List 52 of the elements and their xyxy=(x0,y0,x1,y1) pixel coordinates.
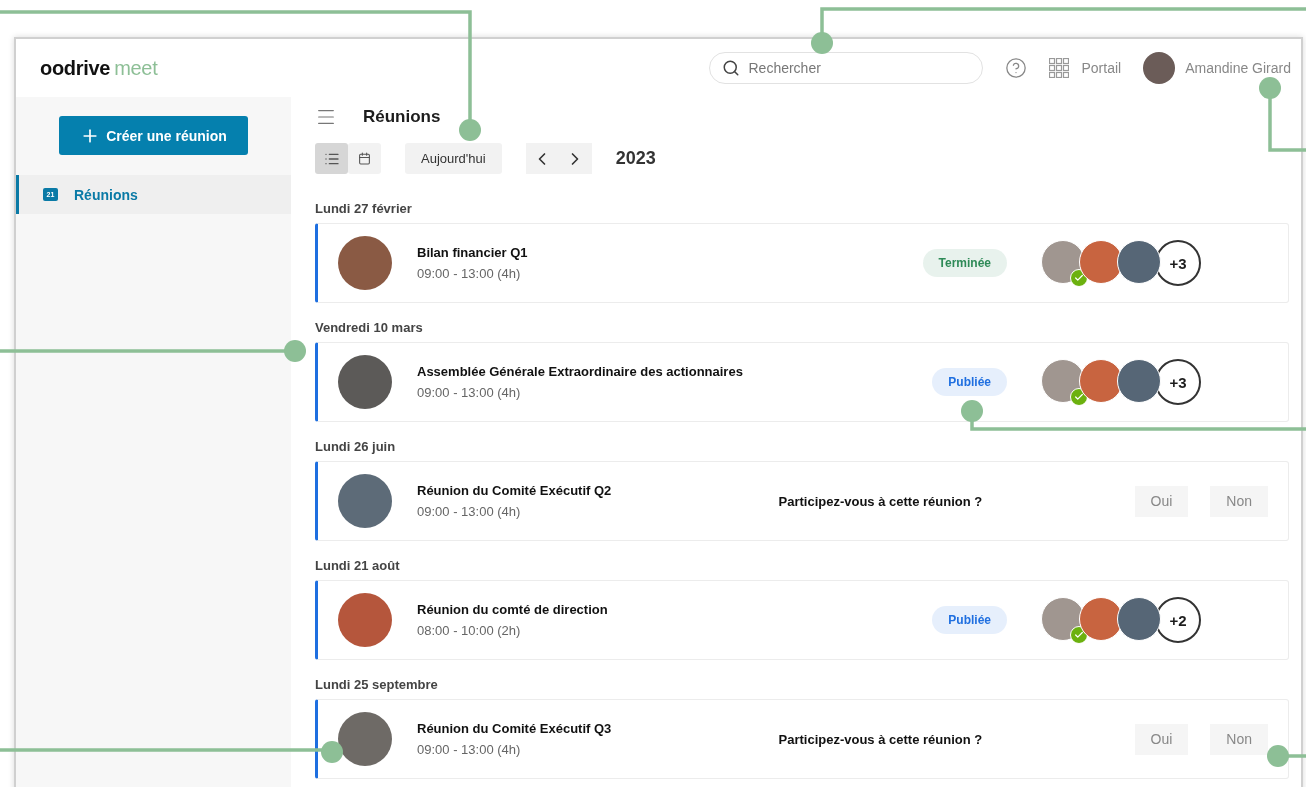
meeting-time: 08:00 - 10:00 (2h) xyxy=(417,623,522,638)
grid-icon[interactable] xyxy=(1049,58,1070,78)
meeting-time: 09:00 - 13:00 (4h) xyxy=(417,504,522,519)
answer-button[interactable]: Oui xyxy=(1134,723,1189,755)
meeting-time: 09:00 - 13:00 (4h) xyxy=(417,742,522,757)
day-heading: Lundi 27 février xyxy=(315,203,413,215)
search-field[interactable]: Rechercher xyxy=(709,52,984,84)
meeting-card[interactable]: Réunion du comté de direction 08:00 - 10:00 (2h) Publiée +2 xyxy=(315,580,1289,660)
day-heading: Lundi 21 août xyxy=(315,560,401,572)
answer-button[interactable]: Oui xyxy=(1134,485,1189,517)
year-label: 2023 xyxy=(615,148,656,169)
meeting-time: 09:00 - 13:00 (4h) xyxy=(417,385,522,400)
status-badge: Publiée xyxy=(932,606,1007,634)
list-view-button[interactable] xyxy=(315,143,348,174)
meeting-title: Réunion du comté de direction xyxy=(417,602,609,617)
previous-button[interactable] xyxy=(525,143,559,174)
meeting-card[interactable]: Réunion du Comité Exécutif Q2 09:00 - 13:00 (4h) Participez-vous à cette réunion ? Oui Non xyxy=(315,461,1289,541)
create-meeting-button[interactable]: Créer une réunion xyxy=(59,116,248,155)
today-button[interactable]: Aujourd'hui xyxy=(405,143,502,174)
portal-link[interactable]: Portail xyxy=(1081,60,1122,76)
meeting-card[interactable]: Réunion du Comité Exécutif Q3 09:00 - 13:00 (4h) Participez-vous à cette réunion ? Oui Non xyxy=(315,699,1289,779)
meeting-card[interactable]: Bilan financier Q1 09:00 - 13:00 (4h) Terminée +3 xyxy=(315,223,1289,303)
calendar-view-button[interactable] xyxy=(348,143,381,174)
page-title: Réunions xyxy=(363,107,441,127)
search-icon xyxy=(722,59,741,77)
app-logo: oodrive meet xyxy=(40,56,158,80)
meeting-title: Réunion du Comité Exécutif Q3 xyxy=(417,721,613,736)
attendance-question: Participez-vous à cette réunion ? xyxy=(778,731,984,747)
status-badge: Terminée xyxy=(922,249,1007,277)
answer-button[interactable]: Non xyxy=(1210,723,1268,755)
calendar-icon xyxy=(358,152,371,165)
meeting-card[interactable]: Assemblée Générale Extraordinaire des actionnaires 09:00 - 13:00 (4h) Publiée +3 xyxy=(315,342,1289,422)
meeting-title: Assemblée Générale Extraordinaire des actionnaires xyxy=(417,364,744,379)
answer-button[interactable]: Non xyxy=(1210,485,1268,517)
organizer-avatar xyxy=(338,236,392,290)
day-heading: Lundi 26 juin xyxy=(315,441,397,453)
user-avatar[interactable] xyxy=(1143,52,1176,84)
meeting-title: Réunion du Comité Exécutif Q2 xyxy=(417,483,613,498)
meeting-time: 09:00 - 13:00 (4h) xyxy=(417,266,522,281)
organizer-avatar xyxy=(338,355,392,409)
next-button[interactable] xyxy=(558,143,592,174)
user-name[interactable]: Amandine Girard xyxy=(1185,60,1291,76)
day-heading: Lundi 25 septembre xyxy=(315,679,439,691)
day-heading: Vendredi 10 mars xyxy=(315,322,424,334)
organizer-avatar xyxy=(338,474,392,528)
leader-line xyxy=(1267,745,1306,767)
help-icon[interactable] xyxy=(1005,57,1028,79)
organizer-avatar xyxy=(338,712,392,766)
status-badge: Publiée xyxy=(932,368,1007,396)
attendance-question: Participez-vous à cette réunion ? xyxy=(778,493,984,509)
meeting-title: Bilan financier Q1 xyxy=(417,245,529,260)
organizer-avatar xyxy=(338,593,392,647)
